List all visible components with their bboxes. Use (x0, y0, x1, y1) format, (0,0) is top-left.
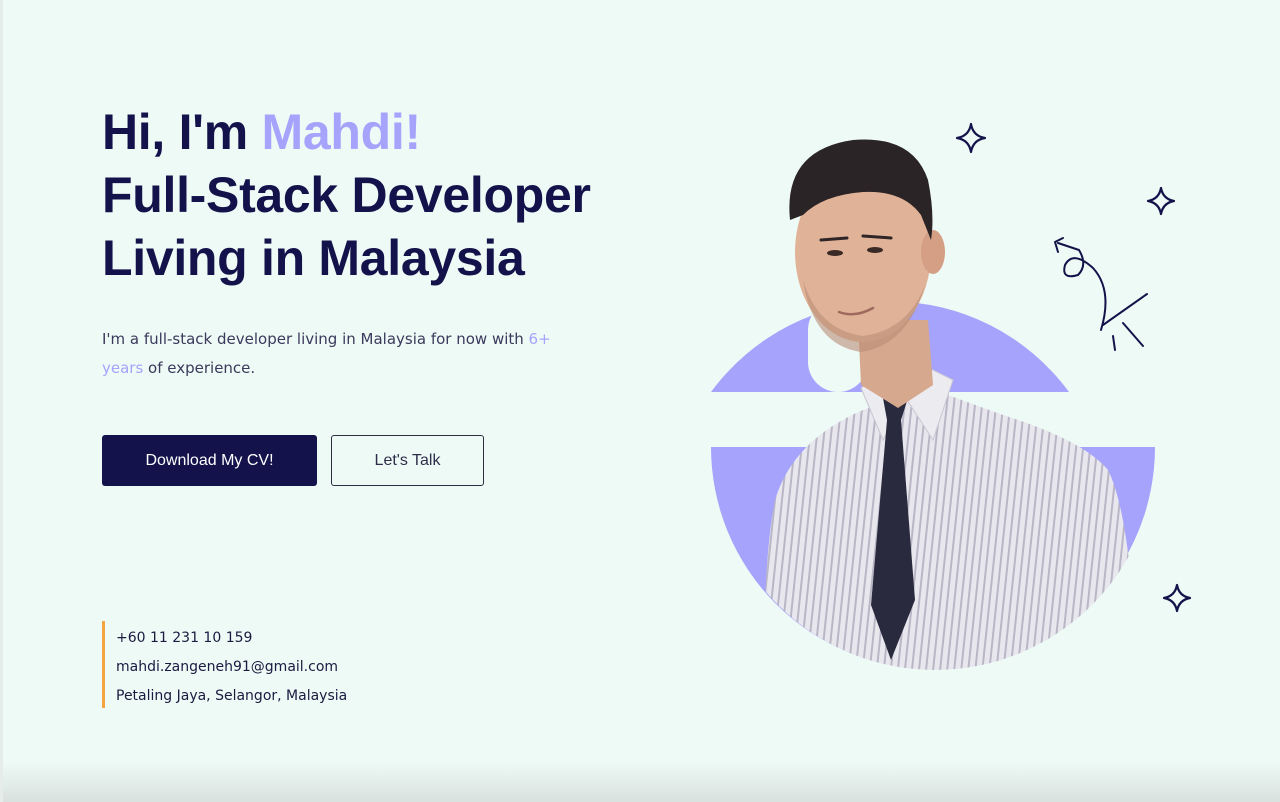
bottom-fade (3, 762, 1280, 802)
greeting-prefix: Hi, I'm (102, 104, 262, 160)
contact-phone[interactable]: +60 11 231 10 159 (116, 624, 347, 653)
hero-title-line1: Full-Stack Developer (102, 167, 591, 223)
portrait-photo (763, 139, 1138, 670)
sparkle-icon (1162, 583, 1192, 613)
doodle-arrow-icon (1054, 237, 1148, 351)
hero-name: Mahdi! (261, 104, 422, 160)
sparkle-icon (955, 122, 987, 154)
contact-email[interactable]: mahdi.zangeneh91@gmail.com (116, 653, 347, 682)
intro-prefix: I'm a full-stack developer living in Mal… (102, 330, 529, 348)
hero-illustration (711, 122, 1192, 670)
intro-suffix: of experience. (143, 359, 256, 377)
sparkle-icon (1146, 186, 1176, 216)
contact-info: +60 11 231 10 159 mahdi.zangeneh91@gmail… (102, 621, 347, 708)
hero-heading: Hi, I'm Mahdi! Full-Stack Developer Livi… (102, 101, 591, 290)
greeting-line: Hi, I'm Mahdi! (102, 101, 591, 164)
intro-text: I'm a full-stack developer living in Mal… (102, 325, 552, 383)
hero-title-line2: Living in Malaysia (102, 230, 525, 286)
lets-talk-button[interactable]: Let's Talk (331, 435, 484, 486)
download-cv-button[interactable]: Download My CV! (102, 435, 317, 486)
hero-page: Hi, I'm Mahdi! Full-Stack Developer Livi… (0, 0, 1280, 802)
contact-location: Petaling Jaya, Selangor, Malaysia (116, 688, 348, 704)
